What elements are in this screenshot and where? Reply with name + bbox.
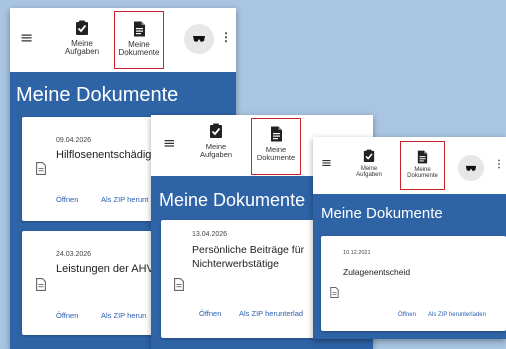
page-title: Meine Dokumente (16, 84, 179, 106)
document-date: 13.04.2026 (192, 231, 228, 238)
document-icon (417, 150, 428, 164)
user-mask-icon (193, 36, 205, 42)
document-title: Zulagenentscheid (343, 267, 411, 277)
nav-meine-dokumente[interactable]: Meine Dokumente (114, 11, 164, 69)
nav-meine-aufgaben[interactable]: Meine Aufgaben (58, 20, 106, 66)
open-link[interactable]: Öffnen (56, 311, 78, 320)
nav-label-line2: Aufgaben (356, 172, 382, 179)
document-title-line1: Persönliche Beiträge für (192, 244, 305, 256)
hamburger-menu-icon[interactable]: ≡ (321, 156, 332, 171)
nav-meine-dokumente[interactable]: Meine Dokumente (251, 118, 301, 175)
user-mask-icon (465, 165, 477, 171)
nav-label-line2: Dokumente (118, 48, 160, 58)
document-card[interactable]: 10.12.2021 Zulagenentscheid Öffnen Als Z… (321, 236, 506, 331)
file-icon (330, 287, 339, 298)
zip-download-link[interactable]: Als ZIP herunt (101, 195, 148, 204)
top-nav-bar: ≡ Meine Aufgaben Meine Dokumente (313, 137, 506, 194)
open-link[interactable]: Öffnen (56, 195, 78, 204)
nav-label-line2: Aufgaben (64, 47, 100, 57)
document-icon (270, 126, 282, 142)
clipboard-check-icon (76, 20, 88, 35)
avatar[interactable] (184, 24, 214, 54)
file-icon (174, 278, 184, 291)
document-icon (133, 21, 145, 37)
app-window-3: ≡ Meine Aufgaben Meine Dokumente ⋮ Meine… (313, 137, 506, 339)
avatar[interactable] (458, 155, 484, 181)
hamburger-menu-icon[interactable]: ≡ (163, 134, 176, 152)
nav-meine-dokumente[interactable]: Meine Dokumente (400, 141, 445, 190)
document-date: 09.04.2026 (56, 137, 92, 144)
nav-label-line2: Aufgaben (199, 149, 233, 159)
kebab-menu-icon[interactable]: ⋮ (220, 30, 232, 44)
page-title: Meine Dokumente (321, 205, 443, 222)
page-title: Meine Dokumente (159, 190, 306, 210)
clipboard-check-icon (363, 149, 375, 162)
zip-download-link[interactable]: Als ZIP herun (101, 311, 146, 320)
clipboard-check-icon (210, 123, 222, 138)
nav-label-line2: Dokumente (407, 173, 438, 180)
nav-meine-aufgaben[interactable]: Meine Aufgaben (347, 149, 391, 191)
document-title: Leistungen der AHV (56, 263, 154, 275)
kebab-menu-icon[interactable]: ⋮ (494, 159, 504, 170)
document-date: 10.12.2021 (343, 250, 371, 256)
zip-download-link[interactable]: Als ZIP herunterlad (239, 309, 303, 318)
open-link[interactable]: Öffnen (199, 309, 221, 318)
file-icon (36, 162, 46, 175)
document-date: 24.03.2026 (56, 251, 92, 258)
document-title-line2: Nichterwerbstätige (192, 258, 279, 270)
top-nav-bar: ≡ Meine Aufgaben Meine Dokumente (10, 8, 236, 72)
nav-label-line2: Dokumente (256, 152, 296, 162)
document-title: Hilflosenentschädigu (56, 149, 158, 161)
file-icon (36, 278, 46, 291)
zip-download-link[interactable]: Als ZIP herunterladen (428, 312, 486, 318)
hamburger-menu-icon[interactable]: ≡ (20, 28, 33, 47)
open-link[interactable]: Öffnen (398, 312, 416, 318)
nav-meine-aufgaben[interactable]: Meine Aufgaben (191, 123, 241, 171)
